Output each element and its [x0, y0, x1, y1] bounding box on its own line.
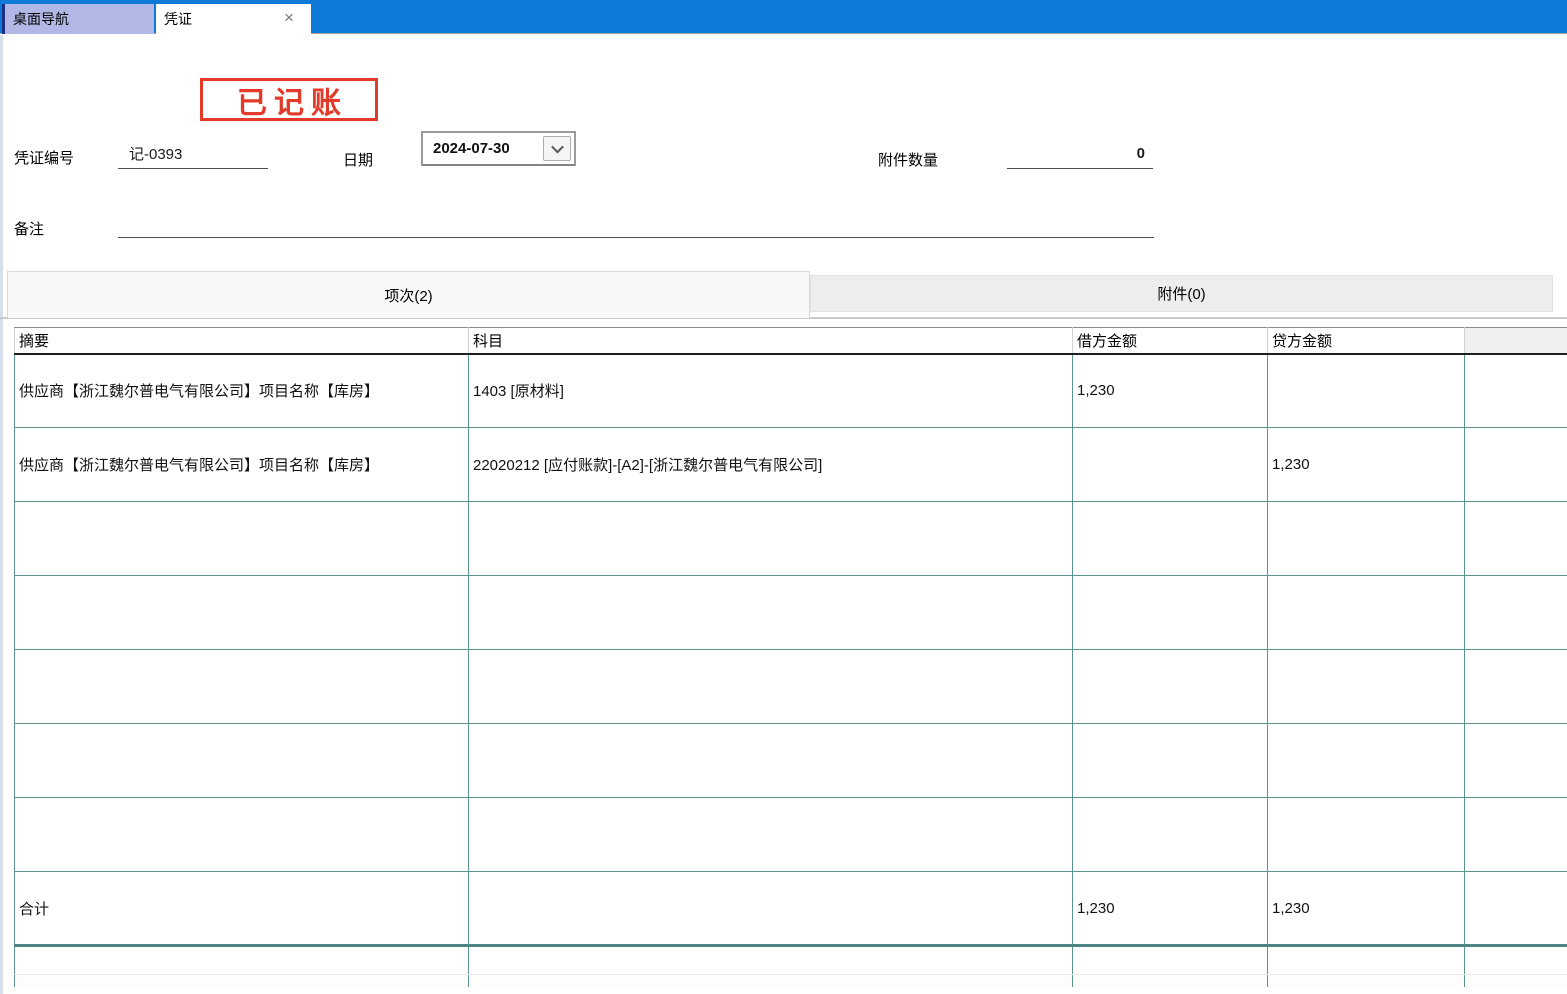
- tab-desktop-navigation[interactable]: 桌面导航: [2, 4, 154, 34]
- credit-cell[interactable]: [1268, 650, 1465, 724]
- debit-cell[interactable]: [1073, 798, 1268, 872]
- account-cell[interactable]: [469, 650, 1073, 724]
- total-row: 合计 1,2301,230: [15, 872, 1567, 946]
- table-row: [15, 650, 1567, 724]
- extra-cell: [1465, 650, 1567, 724]
- debit-column-header: 借方金额: [1073, 328, 1268, 354]
- date-dropdown-button[interactable]: [543, 136, 571, 161]
- row-fill-b: [15, 975, 1567, 987]
- summary-cell: [15, 975, 469, 987]
- credit-cell: [1268, 946, 1465, 975]
- posted-stamp: 已记账: [200, 78, 378, 121]
- account-cell[interactable]: 1403 [原材料]: [469, 354, 1073, 428]
- extra-column-header: [1465, 328, 1567, 354]
- extra-cell: [1465, 946, 1567, 975]
- summary-cell[interactable]: 供应商【浙江魏尔普电气有限公司】项目名称【库房】: [15, 354, 469, 428]
- close-icon[interactable]: ×: [279, 8, 299, 28]
- attachment-count-input[interactable]: [1007, 139, 1153, 169]
- table-row: 供应商【浙江魏尔普电气有限公司】项目名称【库房】1403 [原材料]1,230: [15, 354, 1567, 428]
- account-cell: [469, 975, 1073, 987]
- remark-input[interactable]: [118, 208, 1154, 238]
- table-row: [15, 576, 1567, 650]
- tab-voucher[interactable]: 凭证 ×: [156, 4, 311, 34]
- summary-cell[interactable]: [15, 502, 469, 576]
- summary-cell: [15, 946, 469, 975]
- debit-cell[interactable]: 1,230: [1073, 354, 1268, 428]
- summary-column-header: 摘要: [15, 328, 469, 354]
- extra-cell: [1465, 975, 1567, 987]
- posted-stamp-label: 已记账: [237, 78, 348, 122]
- summary-cell[interactable]: [15, 576, 469, 650]
- extra-cell: [1465, 872, 1567, 946]
- row-fill-a: [15, 946, 1567, 975]
- debit-cell[interactable]: [1073, 724, 1268, 798]
- section-tab-strip: 项次(2) 附件(0): [0, 271, 1567, 320]
- tab-voucher-label: 凭证: [164, 9, 192, 29]
- credit-cell[interactable]: [1268, 724, 1465, 798]
- summary-cell: 合计: [15, 872, 469, 946]
- account-cell: [469, 946, 1073, 975]
- date-combobox[interactable]: 2024-07-30: [421, 131, 576, 166]
- credit-cell[interactable]: [1268, 502, 1465, 576]
- tab-items[interactable]: 项次(2): [7, 271, 810, 318]
- account-cell[interactable]: [469, 502, 1073, 576]
- debit-cell[interactable]: [1073, 576, 1268, 650]
- date-label: 日期: [343, 149, 373, 170]
- account-cell[interactable]: [469, 576, 1073, 650]
- extra-cell: [1465, 502, 1567, 576]
- debit-cell[interactable]: [1073, 502, 1268, 576]
- table-row: [15, 502, 1567, 576]
- debit-cell[interactable]: [1073, 650, 1268, 724]
- extra-cell: [1465, 428, 1567, 502]
- voucher-no-label: 凭证编号: [14, 147, 74, 168]
- attachment-count-label: 附件数量: [878, 149, 938, 170]
- extra-cell: [1465, 576, 1567, 650]
- credit-cell: 1,230: [1268, 872, 1465, 946]
- summary-cell[interactable]: 供应商【浙江魏尔普电气有限公司】项目名称【库房】: [15, 428, 469, 502]
- summary-cell[interactable]: [15, 650, 469, 724]
- account-cell: [469, 872, 1073, 946]
- voucher-window: { "window": { "tabs": { "desktop_nav": "…: [0, 0, 1567, 994]
- window-titlebar: 桌面导航 凭证 ×: [0, 0, 1567, 34]
- debit-cell: [1073, 975, 1268, 987]
- table-row: [15, 724, 1567, 798]
- debit-cell[interactable]: [1073, 428, 1268, 502]
- table-row: [15, 798, 1567, 872]
- credit-cell[interactable]: [1268, 576, 1465, 650]
- account-column-header: 科目: [469, 328, 1073, 354]
- date-value: 2024-07-30: [423, 140, 543, 157]
- credit-cell[interactable]: [1268, 798, 1465, 872]
- tab-items-label: 项次(2): [384, 285, 432, 306]
- credit-column-header: 贷方金额: [1268, 328, 1465, 354]
- extra-cell: [1465, 798, 1567, 872]
- debit-cell: 1,230: [1073, 872, 1268, 946]
- grid-header-row: 摘要 科目 借方金额 贷方金额: [15, 328, 1567, 354]
- credit-cell[interactable]: 1,230: [1268, 428, 1465, 502]
- table-row: 供应商【浙江魏尔普电气有限公司】项目名称【库房】22020212 [应付账款]-…: [15, 428, 1567, 502]
- account-cell[interactable]: [469, 724, 1073, 798]
- extra-cell: [1465, 724, 1567, 798]
- tab-attachments-label: 附件(0): [1157, 283, 1205, 304]
- tab-desktop-navigation-label: 桌面导航: [13, 9, 69, 29]
- credit-cell: [1268, 975, 1465, 987]
- summary-cell[interactable]: [15, 724, 469, 798]
- tab-attachments[interactable]: 附件(0): [810, 275, 1553, 312]
- remark-label: 备注: [14, 218, 44, 239]
- voucher-grid: 摘要 科目 借方金额 贷方金额 供应商【浙江魏尔普电气有限公司】项目名称【库房】…: [14, 327, 1567, 994]
- account-cell[interactable]: [469, 798, 1073, 872]
- window-left-edge: [0, 35, 3, 994]
- voucher-no-input[interactable]: [118, 139, 268, 169]
- credit-cell[interactable]: [1268, 354, 1465, 428]
- account-cell[interactable]: 22020212 [应付账款]-[A2]-[浙江魏尔普电气有限公司]: [469, 428, 1073, 502]
- extra-cell: [1465, 354, 1567, 428]
- summary-cell[interactable]: [15, 798, 469, 872]
- chevron-down-icon: [551, 141, 564, 154]
- debit-cell: [1073, 946, 1268, 975]
